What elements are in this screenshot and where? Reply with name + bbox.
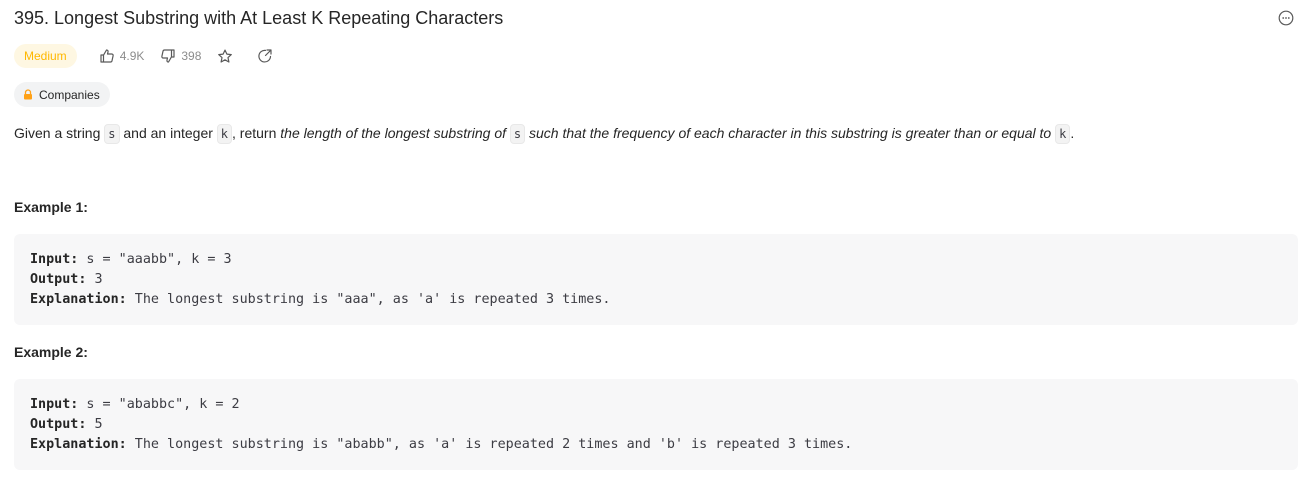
desc-text: . xyxy=(1070,125,1075,141)
example-explanation-line: Explanation: The longest substring is "a… xyxy=(30,435,1282,455)
desc-emphasis: the length of the longest substring of xyxy=(280,125,510,141)
inline-code: k xyxy=(1055,124,1071,144)
desc-text: and an integer xyxy=(119,125,217,141)
explanation-value: The longest substring is "aaa", as 'a' i… xyxy=(126,292,611,307)
problem-meta-row: Medium 4.9K 398 xyxy=(14,43,297,69)
dislike-count: 398 xyxy=(181,49,202,63)
example-heading: Example 2: xyxy=(14,344,88,360)
example-explanation-line: Explanation: The longest substring is "a… xyxy=(30,290,1282,310)
input-value: s = "ababbc", k = 2 xyxy=(78,397,240,412)
input-label: Input: xyxy=(30,397,79,412)
example-output-line: Output: 5 xyxy=(30,415,1282,435)
thumbs-up-icon xyxy=(100,49,114,63)
lock-icon xyxy=(24,89,32,100)
desc-text: Given a string xyxy=(14,125,105,141)
output-value: 5 xyxy=(86,417,103,432)
problem-description: Given a string s and an integer k, retur… xyxy=(14,122,1297,144)
example-box: Input: s = "ababbc", k = 2 Output: 5 Expla… xyxy=(14,379,1298,470)
explanation-label: Explanation: xyxy=(30,437,127,452)
output-value: 3 xyxy=(86,272,103,287)
example-heading: Example 1: xyxy=(14,199,88,215)
output-label: Output: xyxy=(30,272,87,287)
companies-label: Companies xyxy=(39,87,100,102)
like-button[interactable]: 4.9K xyxy=(99,48,145,64)
explanation-label: Explanation: xyxy=(30,292,127,307)
explanation-value: The longest substring is "ababb", as 'a'… xyxy=(126,437,853,452)
desc-emphasis: such that the frequency of each characte… xyxy=(525,125,1056,141)
title-row: 395. Longest Substring with At Least K R… xyxy=(14,6,1297,30)
companies-tag[interactable]: Companies xyxy=(14,82,110,107)
example-input-line: Input: s = "ababbc", k = 2 xyxy=(30,395,1282,415)
output-label: Output: xyxy=(30,417,87,432)
input-label: Input: xyxy=(30,252,79,267)
difficulty-badge: Medium xyxy=(14,44,77,68)
example-input-line: Input: s = "aaabb", k = 3 xyxy=(30,250,1282,270)
thumbs-down-icon xyxy=(161,49,175,63)
share-icon[interactable] xyxy=(257,48,273,64)
example-output-line: Output: 3 xyxy=(30,270,1282,290)
star-icon[interactable] xyxy=(217,48,233,64)
inline-code: s xyxy=(509,124,526,144)
like-count: 4.9K xyxy=(119,49,145,63)
more-options-icon[interactable] xyxy=(1278,10,1294,26)
problem-description-panel: 395. Longest Substring with At Least K R… xyxy=(0,0,1311,485)
desc-text: , return xyxy=(232,125,281,141)
problem-title[interactable]: 395. Longest Substring with At Least K R… xyxy=(14,8,503,29)
example-box: Input: s = "aaabb", k = 3 Output: 3 Explan… xyxy=(14,234,1298,325)
dislike-button[interactable]: 398 xyxy=(160,48,201,64)
inline-code: k xyxy=(216,124,233,144)
input-value: s = "aaabb", k = 3 xyxy=(78,252,232,267)
inline-code: s xyxy=(104,124,120,144)
